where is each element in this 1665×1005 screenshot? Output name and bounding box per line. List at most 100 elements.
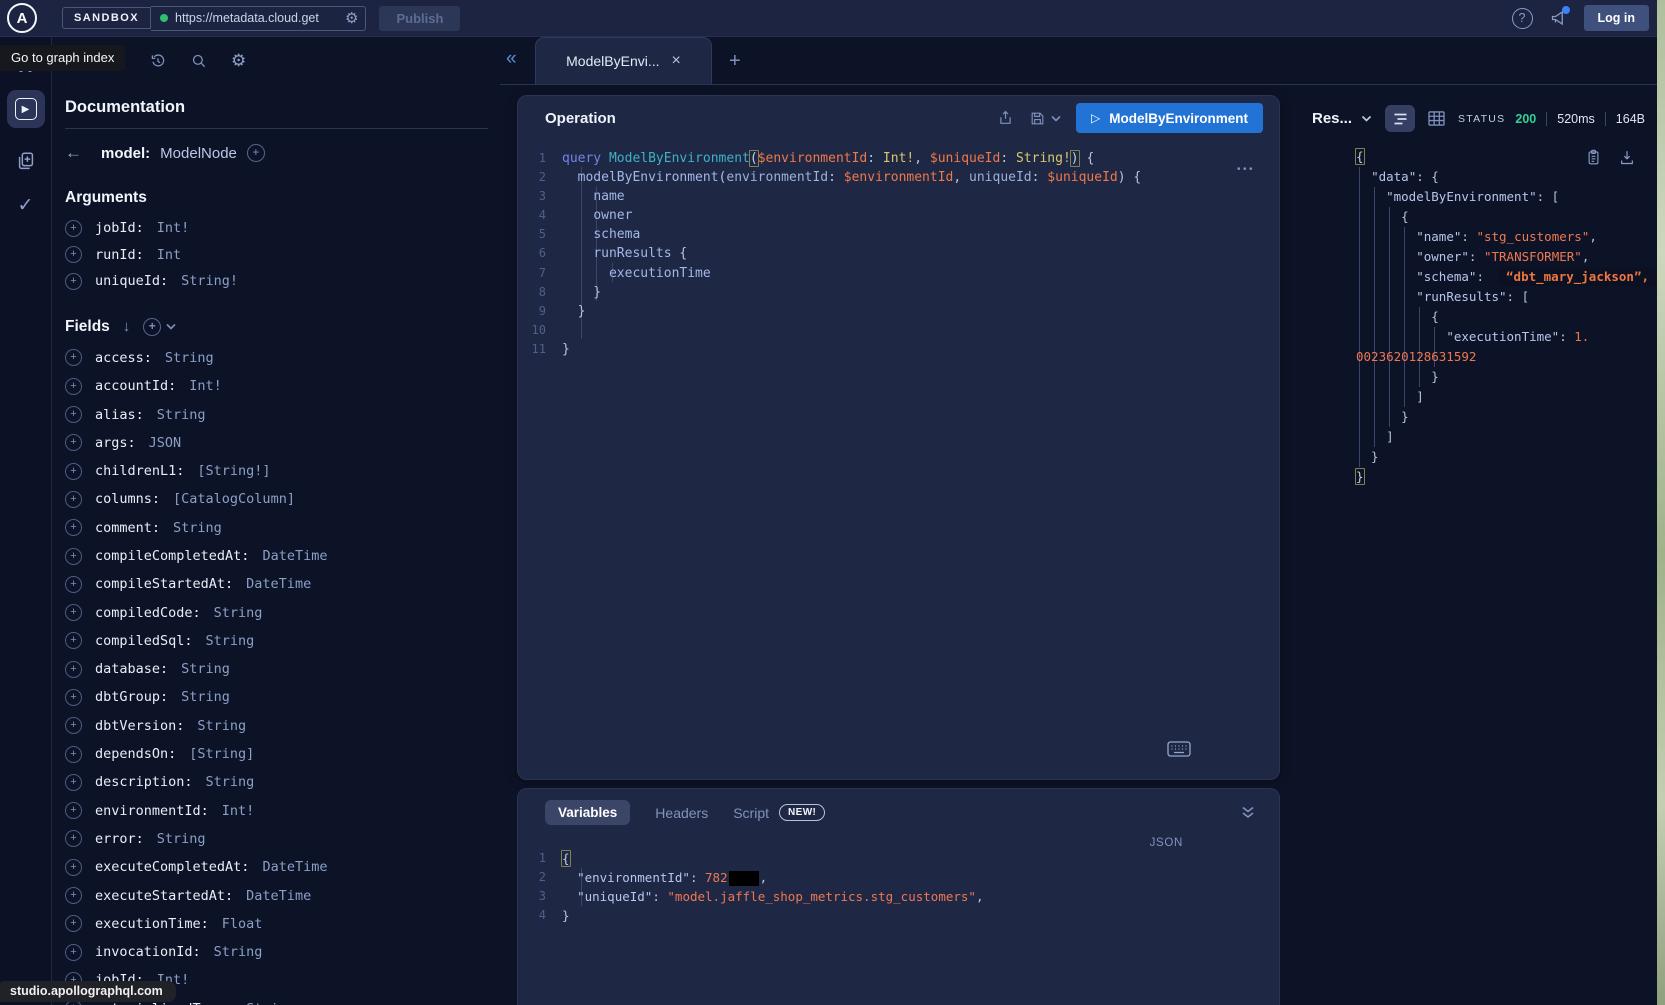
table-view-toggle[interactable] [1428, 111, 1445, 126]
schema-field-row[interactable]: +executionTime:Float [65, 910, 488, 938]
schema-field-row[interactable]: +database:String [65, 655, 488, 683]
save-icon[interactable] [1029, 110, 1046, 127]
add-field-to-query-icon[interactable]: + [65, 915, 82, 932]
add-field-to-query-icon[interactable]: + [65, 887, 82, 904]
variables-editor[interactable]: 1{2 "environmentId": 782,3 "uniqueId": "… [518, 825, 1279, 925]
endpoint-url[interactable]: https://metadata.cloud.get [175, 11, 338, 25]
code-line: } [1356, 447, 1657, 467]
add-field-to-query-icon[interactable]: + [65, 689, 82, 706]
schema-field-row[interactable]: +jobId:Int! [65, 215, 488, 242]
apollo-logo[interactable]: A [7, 3, 37, 33]
announcements-megaphone-icon[interactable] [1549, 9, 1568, 27]
schema-field-row[interactable]: +executeCompletedAt:DateTime [65, 853, 488, 881]
history-icon[interactable] [149, 52, 167, 70]
formatted-view-toggle[interactable] [1385, 105, 1415, 132]
schema-field-row[interactable]: +compiledSql:String [65, 627, 488, 655]
play-icon: ▷ [1091, 111, 1100, 125]
add-field-to-query-icon[interactable]: + [65, 273, 82, 290]
type-name-link[interactable]: ModelNode [160, 145, 237, 162]
save-operation-group[interactable] [1029, 110, 1061, 127]
collapse-panel-chevrons-icon[interactable] [1241, 806, 1255, 819]
schema-field-row[interactable]: +runId:Int [65, 242, 488, 269]
search-icon[interactable] [190, 52, 208, 70]
add-field-to-query-icon[interactable]: + [65, 661, 82, 678]
add-field-to-query-icon[interactable]: + [65, 548, 82, 565]
tab-headers[interactable]: Headers [655, 805, 708, 821]
tab-script[interactable]: Script NEW! [733, 804, 825, 821]
add-fields-chevron-icon[interactable] [166, 323, 176, 330]
sidebar-item-operation-collections[interactable] [15, 150, 37, 172]
tab-variables[interactable]: Variables [545, 800, 630, 825]
add-field-to-query-icon[interactable]: + [65, 632, 82, 649]
add-field-to-query-icon[interactable]: + [65, 434, 82, 451]
add-field-to-query-icon[interactable]: + [65, 717, 82, 734]
add-field-to-query-icon[interactable]: + [65, 378, 82, 395]
query-editor[interactable]: 1query ModelByEnvironment($environmentId… [518, 140, 1279, 359]
add-field-to-query-icon[interactable]: + [65, 246, 82, 263]
add-field-to-query-icon[interactable]: + [65, 604, 82, 621]
schema-field-row[interactable]: +description:String [65, 768, 488, 796]
tab-modelbyenvironment[interactable]: ModelByEnvi... × [535, 37, 712, 84]
schema-field-row[interactable]: +access:String [65, 344, 488, 372]
schema-field-row[interactable]: +compileStartedAt:DateTime [65, 570, 488, 598]
divider [1546, 112, 1547, 126]
copy-response-icon[interactable] [1586, 149, 1601, 166]
publish-button[interactable]: Publish [379, 6, 460, 31]
sidebar-item-explorer[interactable]: ▶ [7, 90, 45, 128]
add-field-to-query-icon[interactable]: + [65, 944, 82, 961]
download-response-icon[interactable] [1619, 149, 1635, 166]
schema-field-row[interactable]: +dbtGroup:String [65, 683, 488, 711]
field-name: access: [95, 350, 152, 366]
explorer-settings-gear-icon[interactable]: ⚙ [231, 52, 246, 69]
schema-field-row[interactable]: +compileCompletedAt:DateTime [65, 542, 488, 570]
schema-field-row[interactable]: +dbtVersion:String [65, 712, 488, 740]
schema-field-row[interactable]: +executeStartedAt:DateTime [65, 881, 488, 909]
new-tab-icon[interactable]: + [729, 51, 741, 71]
schema-field-row[interactable]: +compiledCode:String [65, 598, 488, 626]
add-field-to-query-icon[interactable]: + [65, 802, 82, 819]
field-name: dbtVersion: [95, 718, 184, 734]
add-field-to-query-icon[interactable]: + [65, 830, 82, 847]
login-button[interactable]: Log in [1584, 5, 1650, 31]
add-field-to-query-icon[interactable]: + [65, 576, 82, 593]
schema-field-row[interactable]: +uniqueId:String! [65, 268, 488, 295]
collapse-docs-panel-icon[interactable]: « [506, 49, 517, 68]
add-field-to-query-icon[interactable]: + [65, 519, 82, 536]
schema-field-row[interactable]: +invocationId:String [65, 938, 488, 966]
left-icon-rail: ▶ ✓ [0, 37, 52, 1005]
schema-field-row[interactable]: +columns:[CatalogColumn] [65, 485, 488, 513]
add-field-to-query-icon[interactable]: + [65, 491, 82, 508]
add-field-to-query-icon[interactable]: + [65, 859, 82, 876]
schema-field-row[interactable]: +accountId:Int! [65, 372, 488, 400]
tab-close-icon[interactable]: × [672, 53, 681, 69]
save-dropdown-chevron-icon[interactable] [1051, 115, 1061, 122]
back-arrow-icon[interactable]: ← [65, 143, 82, 163]
editor-overflow-menu-icon[interactable]: ••• [1237, 164, 1255, 175]
schema-field-row[interactable]: +environmentId:Int! [65, 797, 488, 825]
schema-field-row[interactable]: +comment:String [65, 514, 488, 542]
add-field-to-query-icon[interactable]: + [65, 406, 82, 423]
add-all-fields-icon[interactable]: + [143, 318, 161, 336]
sidebar-item-checks[interactable]: ✓ [18, 194, 34, 217]
response-dropdown[interactable]: Res... [1312, 110, 1372, 127]
keyboard-shortcuts-icon[interactable] [1167, 741, 1191, 757]
schema-field-row[interactable]: +error:String [65, 825, 488, 853]
add-field-to-query-icon[interactable]: + [65, 220, 82, 237]
help-icon[interactable]: ? [1512, 8, 1533, 29]
explorer-play-icon: ▶ [15, 98, 37, 120]
add-field-to-query-icon[interactable]: + [65, 349, 82, 366]
schema-field-row[interactable]: +dependsOn:[String] [65, 740, 488, 768]
endpoint-settings-gear-icon[interactable]: ⚙ [345, 11, 358, 26]
add-field-to-query-icon[interactable]: + [65, 463, 82, 480]
add-type-to-query-icon[interactable]: + [247, 144, 265, 162]
add-field-to-query-icon[interactable]: + [65, 774, 82, 791]
field-type: Int! [222, 803, 255, 819]
share-operation-icon[interactable] [997, 109, 1014, 127]
schema-field-row[interactable]: +args:JSON [65, 429, 488, 457]
schema-field-row[interactable]: +alias:String [65, 400, 488, 428]
run-operation-button[interactable]: ▷ ModelByEnvironment [1076, 103, 1263, 133]
schema-field-row[interactable]: +childrenL1:[String!] [65, 457, 488, 485]
sort-fields-icon[interactable]: ↓ [123, 318, 131, 335]
endpoint-url-field[interactable]: https://metadata.cloud.get ⚙ [151, 6, 366, 31]
add-field-to-query-icon[interactable]: + [65, 746, 82, 763]
